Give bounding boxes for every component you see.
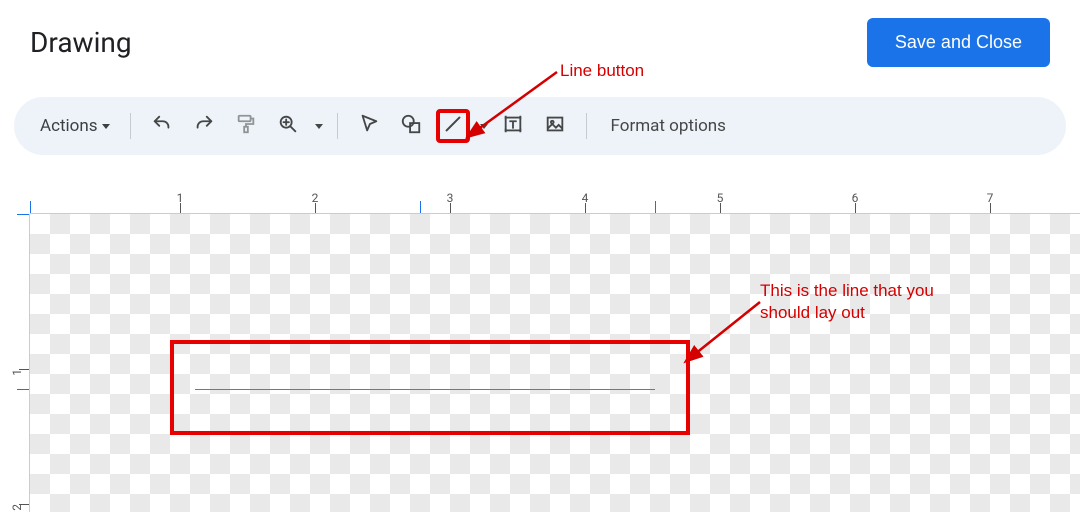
vertical-ruler[interactable]: 1 2 bbox=[0, 214, 30, 512]
separator bbox=[586, 113, 587, 139]
redo-icon bbox=[193, 113, 215, 139]
cursor-icon bbox=[358, 113, 380, 139]
zoom-button[interactable] bbox=[271, 109, 305, 143]
undo-button[interactable] bbox=[145, 109, 179, 143]
zoom-icon bbox=[277, 113, 299, 139]
line-tool-button[interactable] bbox=[436, 109, 470, 143]
annotation-arrow-2 bbox=[690, 302, 770, 362]
header: Drawing Save and Close bbox=[0, 0, 1080, 73]
annotation-line-callout-label: This is the line that you should lay out bbox=[760, 280, 960, 324]
drawing-canvas[interactable] bbox=[30, 214, 1080, 512]
zoom-dropdown-icon[interactable] bbox=[315, 124, 323, 129]
drawn-horizontal-line[interactable] bbox=[195, 389, 655, 390]
undo-icon bbox=[151, 113, 173, 139]
shape-icon bbox=[400, 113, 422, 139]
canvas-area: 1 2 3 4 5 6 7 1 2 bbox=[0, 190, 1080, 512]
actions-menu-button[interactable]: Actions bbox=[34, 110, 116, 142]
separator bbox=[130, 113, 131, 139]
shape-tool-button[interactable] bbox=[394, 109, 428, 143]
separator bbox=[337, 113, 338, 139]
annotation-line-button-label: Line button bbox=[560, 60, 644, 82]
redo-button[interactable] bbox=[187, 109, 221, 143]
line-icon bbox=[442, 113, 464, 139]
annotation-arrow-1 bbox=[472, 72, 572, 142]
page-title: Drawing bbox=[30, 26, 132, 59]
actions-label: Actions bbox=[40, 116, 98, 136]
save-and-close-button[interactable]: Save and Close bbox=[867, 18, 1050, 67]
paint-format-button[interactable] bbox=[229, 109, 263, 143]
select-tool-button[interactable] bbox=[352, 109, 386, 143]
format-options-button[interactable]: Format options bbox=[611, 116, 726, 136]
horizontal-ruler[interactable]: 1 2 3 4 5 6 7 bbox=[30, 190, 1080, 214]
paint-roller-icon bbox=[235, 113, 257, 139]
chevron-down-icon bbox=[102, 124, 110, 129]
